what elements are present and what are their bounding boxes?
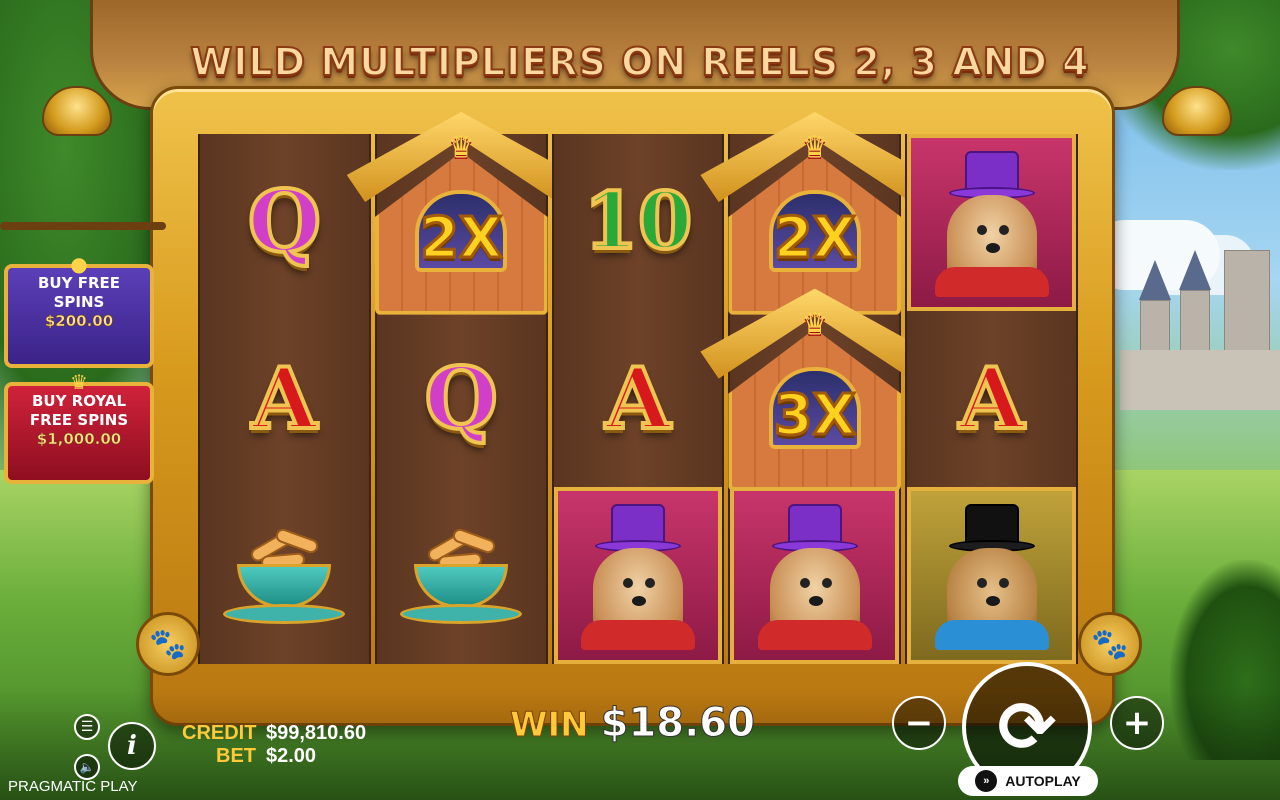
credit-value: $99,810.60 bbox=[266, 722, 367, 744]
credit-bet-panel: CREDIT $99,810.60 BET $2.00 bbox=[182, 722, 366, 768]
wild-multiplier: 2X bbox=[772, 205, 857, 273]
symbol-bones-cup bbox=[377, 487, 546, 664]
crown-icon: ♛ bbox=[70, 370, 88, 394]
minus-icon: − bbox=[904, 703, 934, 743]
bet-value: $2.00 bbox=[266, 745, 317, 767]
symbol-yorkie-dog bbox=[907, 134, 1076, 311]
crown-icon: ♛ bbox=[447, 130, 475, 165]
buy-free-spins-label: BUY FREE SPINS bbox=[38, 274, 120, 311]
reel-1: Q A bbox=[198, 134, 371, 664]
sound-button[interactable]: 🔈 bbox=[74, 754, 100, 780]
info-button[interactable]: i bbox=[108, 722, 156, 770]
increase-bet-button[interactable]: + bbox=[1110, 696, 1164, 750]
credit-label: CREDIT bbox=[182, 722, 257, 744]
win-value: $18.60 bbox=[600, 700, 755, 747]
menu-button[interactable]: ☰ bbox=[74, 714, 100, 740]
symbol-pug-dog bbox=[907, 487, 1076, 664]
symbol-q: Q bbox=[246, 172, 323, 272]
symbol-yorkie-dog bbox=[553, 487, 723, 664]
spin-icon: ⟳ bbox=[997, 686, 1057, 768]
wild-multiplier: 2X bbox=[419, 205, 504, 273]
buy-royal-free-spins-price: $1,000.00 bbox=[36, 429, 122, 448]
crown-icon: ♛ bbox=[801, 306, 829, 342]
paw-icon: 🐾 bbox=[136, 612, 200, 676]
hamburger-icon: ☰ bbox=[80, 719, 94, 735]
bet-label: BET bbox=[216, 745, 256, 767]
autoplay-button[interactable]: » AUTOPLAY bbox=[958, 766, 1098, 796]
buy-free-spins-button[interactable]: ● BUY FREE SPINS $200.00 bbox=[4, 252, 154, 368]
symbol-bones-cup bbox=[200, 487, 369, 664]
feature-title: WILD MULTIPLIERS ON REELS 2, 3 AND 4 bbox=[189, 39, 1090, 85]
reels-grid: Q A ♛ 2X Q 10 A ♛ 2X ♛ 3X A bbox=[198, 112, 1078, 664]
symbol-10: 10 bbox=[582, 176, 695, 268]
symbol-kennel-wild: ♛ 2X bbox=[346, 112, 576, 315]
symbol-a: A bbox=[957, 348, 1026, 448]
symbol-yorkie-dog bbox=[730, 487, 900, 664]
castle bbox=[1120, 230, 1280, 410]
symbol-q: Q bbox=[423, 348, 500, 448]
win-display: WIN $18.60 bbox=[510, 700, 756, 747]
speaker-icon: 🔈 bbox=[79, 760, 95, 774]
symbol-a: A bbox=[250, 348, 319, 448]
win-label: WIN bbox=[510, 705, 590, 746]
buy-royal-free-spins-button[interactable]: ♛ BUY ROYAL FREE SPINS $1,000.00 bbox=[4, 370, 154, 484]
symbol-kennel-wild: ♛ 3X bbox=[700, 288, 930, 492]
symbol-kennel-wild: ♛ 2X bbox=[700, 112, 930, 315]
decrease-bet-button[interactable]: − bbox=[892, 696, 946, 750]
autoplay-icon: » bbox=[975, 770, 998, 792]
reel-5: A bbox=[905, 134, 1078, 664]
symbol-a: A bbox=[603, 348, 672, 448]
plus-icon: + bbox=[1122, 703, 1152, 743]
buy-free-spins-price: $200.00 bbox=[44, 311, 114, 330]
reel-4: ♛ 2X ♛ 3X bbox=[700, 112, 930, 664]
crown-icon: ♛ bbox=[801, 130, 829, 165]
sign-rod bbox=[0, 222, 166, 230]
reel-2: ♛ 2X Q bbox=[346, 112, 576, 664]
wild-multiplier: 3X bbox=[772, 381, 857, 449]
paw-icon: 🐾 bbox=[1078, 612, 1142, 676]
info-icon: i bbox=[127, 731, 137, 761]
reel-3: 10 A bbox=[551, 134, 725, 664]
autoplay-label: AUTOPLAY bbox=[1005, 773, 1081, 789]
buy-royal-free-spins-label: BUY ROYAL FREE SPINS bbox=[29, 392, 129, 429]
paw-badge-icon: ● bbox=[70, 252, 88, 276]
brand-logo: PRAGMATIC PLAY bbox=[8, 778, 138, 795]
